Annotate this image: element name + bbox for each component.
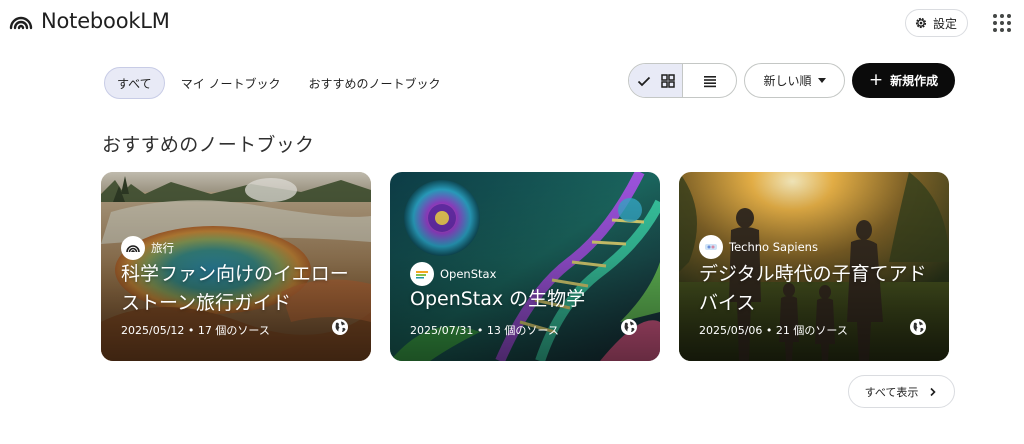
create-notebook-button[interactable]: + 新規作成 bbox=[852, 63, 955, 98]
list-icon bbox=[703, 75, 716, 87]
settings-label: 設定 bbox=[933, 16, 958, 31]
travel-source-icon bbox=[121, 236, 145, 260]
card-source-name: OpenStax bbox=[440, 267, 497, 281]
app-header: NotebookLM 設定 bbox=[0, 0, 1024, 46]
tab-my-notebooks[interactable]: マイ ノートブック bbox=[169, 67, 293, 99]
featured-notebook-cards: 旅行 科学ファン向けのイエローストーン旅行ガイド 2025/05/12 • 17… bbox=[101, 172, 949, 361]
sort-label: 新しい順 bbox=[763, 74, 812, 88]
section-title: おすすめのノートブック bbox=[102, 134, 315, 156]
notebook-card-openstax[interactable]: OpenStax OpenStax の生物学 2025/07/31 • 13 個… bbox=[390, 172, 660, 361]
grid-icon bbox=[660, 73, 675, 88]
show-all-label: すべて表示 bbox=[864, 385, 919, 399]
card-title: OpenStax の生物学 bbox=[410, 288, 586, 310]
card-meta: 2025/07/31 • 13 個のソース bbox=[410, 324, 559, 337]
tab-featured-notebooks[interactable]: おすすめのノートブック bbox=[297, 67, 453, 99]
check-icon bbox=[637, 76, 650, 86]
show-all-button[interactable]: すべて表示 bbox=[848, 375, 955, 408]
globe-icon bbox=[332, 319, 348, 335]
settings-button[interactable]: 設定 bbox=[905, 9, 969, 37]
techno-sapiens-logo-icon bbox=[699, 235, 723, 259]
openstax-logo-icon bbox=[410, 262, 434, 286]
sort-dropdown[interactable]: 新しい順 bbox=[744, 63, 845, 98]
notebook-card-yellowstone[interactable]: 旅行 科学ファン向けのイエローストーン旅行ガイド 2025/05/12 • 17… bbox=[101, 172, 371, 361]
card-title: 科学ファン向けのイエローストーン旅行ガイド bbox=[121, 263, 349, 314]
card-source-name: Techno Sapiens bbox=[729, 240, 818, 254]
card-source: OpenStax bbox=[410, 262, 496, 286]
globe-icon bbox=[621, 319, 637, 335]
app-name: NotebookLM bbox=[41, 9, 170, 33]
notebook-card-techno-sapiens[interactable]: Techno Sapiens デジタル時代の子育てアドバイス 2025/05/0… bbox=[679, 172, 949, 361]
globe-icon bbox=[910, 319, 926, 335]
card-meta: 2025/05/12 • 17 個のソース bbox=[121, 324, 270, 337]
create-label: 新規作成 bbox=[890, 74, 939, 88]
brand[interactable]: NotebookLM bbox=[8, 8, 170, 34]
card-source: Techno Sapiens bbox=[699, 235, 818, 259]
filter-tabs: すべて マイ ノートブック おすすめのノートブック bbox=[104, 67, 453, 99]
card-meta: 2025/05/06 • 21 個のソース bbox=[699, 324, 848, 337]
grid-view-button[interactable] bbox=[629, 64, 683, 97]
plus-icon: + bbox=[868, 69, 884, 90]
apps-launcher-icon[interactable] bbox=[991, 12, 1013, 34]
card-title: デジタル時代の子育てアドバイス bbox=[699, 263, 927, 314]
caret-down-icon bbox=[817, 78, 826, 83]
card-source-name: 旅行 bbox=[151, 241, 174, 255]
card-source: 旅行 bbox=[121, 236, 174, 260]
view-toggle bbox=[628, 63, 737, 98]
gear-icon bbox=[915, 17, 927, 29]
notebooklm-logo-icon bbox=[9, 16, 33, 30]
chevron-right-icon bbox=[930, 387, 937, 396]
list-view-button[interactable] bbox=[683, 64, 736, 97]
tab-all[interactable]: すべて bbox=[104, 67, 165, 99]
